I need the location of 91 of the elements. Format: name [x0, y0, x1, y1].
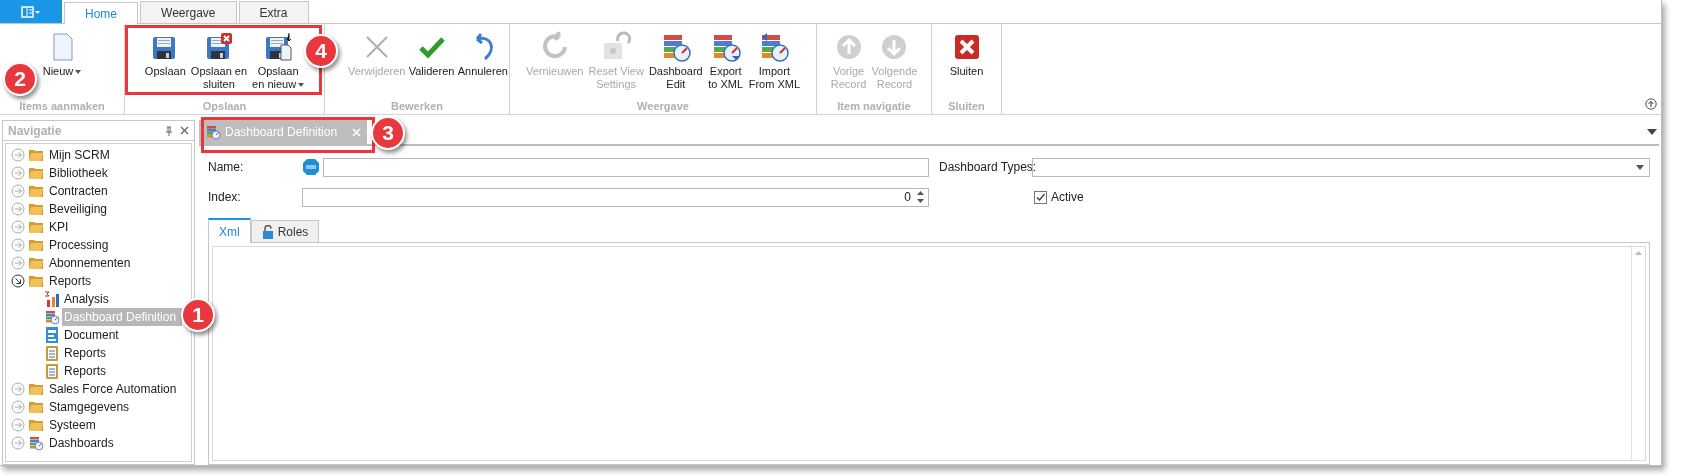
ribbon-group-label: Items aanmaken — [19, 99, 105, 114]
ribbon-button[interactable]: Sluiten — [946, 29, 987, 98]
dropdown-arrow-icon[interactable] — [1647, 129, 1657, 135]
ribbon-tab[interactable]: Home — [64, 2, 138, 24]
folder-icon — [28, 400, 44, 414]
padlock-icon — [261, 224, 274, 239]
clipboard-icon — [44, 363, 60, 379]
folder-icon — [28, 166, 44, 180]
expand-arrow-icon[interactable] — [11, 436, 25, 450]
xml-editor[interactable] — [208, 242, 1650, 465]
tree-item[interactable]: Reports — [62, 362, 109, 380]
tree-item[interactable]: Sales Force Automation — [47, 380, 179, 398]
checkbox[interactable] — [1034, 190, 1047, 204]
tree-item[interactable]: Analysis — [62, 290, 111, 308]
app-menu-button[interactable] — [0, 0, 62, 23]
tree-item[interactable]: Contracten — [47, 182, 110, 200]
folder-icon — [28, 148, 44, 162]
field-label: Index: — [208, 189, 242, 206]
callout-badge: 1 — [181, 298, 215, 332]
expand-arrow-icon[interactable] — [11, 238, 25, 252]
ribbon-group-label: Bewerken — [391, 99, 443, 114]
tree-item[interactable]: Dashboards — [47, 434, 116, 452]
folder-icon — [28, 238, 44, 252]
tree-item[interactable]: Reports — [62, 344, 109, 362]
callout-badge: 4 — [304, 34, 338, 68]
expand-arrow-icon[interactable] — [11, 220, 25, 234]
index-spin-field[interactable]: 0 — [302, 187, 929, 207]
folder-icon — [28, 382, 44, 396]
ribbon-tab[interactable]: Weergave — [140, 1, 237, 23]
expand-arrow-icon[interactable] — [11, 184, 25, 198]
tree-item[interactable]: Reports — [47, 272, 94, 290]
folder-icon — [28, 220, 44, 234]
callout-badge: 2 — [3, 62, 37, 96]
stop-sign-icon — [302, 158, 320, 176]
ribbon-group-label: Weergave — [637, 99, 689, 114]
expand-arrow-icon[interactable] — [11, 148, 25, 162]
collapse-ribbon-icon[interactable] — [1645, 98, 1657, 110]
tree-item[interactable]: KPI — [47, 218, 71, 236]
ribbon-group-label: Opslaan — [202, 99, 247, 114]
folder-icon — [28, 274, 44, 288]
spin-arrows-icon — [917, 190, 924, 204]
expand-arrow-icon[interactable] — [11, 400, 25, 414]
dashboard-gauge-icon — [44, 309, 60, 325]
panel-title: Navigatie — [8, 122, 63, 140]
expand-arrow-icon[interactable] — [11, 382, 25, 396]
ribbon-group-label: Item navigatie — [837, 99, 911, 114]
scroll-up-icon — [1635, 251, 1642, 255]
ribbon-button[interactable]: Opslaan en nieuw — [250, 29, 307, 98]
checkbox-label: Active — [1051, 189, 1084, 206]
ribbon-group-label: Sluiten — [948, 99, 985, 114]
callout-badge: 3 — [371, 116, 405, 150]
tree-item[interactable]: Abonnementen — [47, 254, 133, 272]
tree-item[interactable]: Beveiliging — [47, 200, 110, 218]
folder-icon — [28, 184, 44, 198]
ribbon-button[interactable]: Valideren — [407, 29, 456, 98]
tree-item[interactable]: Systeem — [47, 416, 98, 434]
tree-item[interactable]: Processing — [47, 236, 111, 254]
content-tab[interactable]: Xml — [208, 218, 251, 243]
ribbon-button[interactable]: Export to XML — [705, 29, 746, 98]
ribbon-button[interactable]: Opslaan — [142, 29, 188, 98]
folder-icon — [28, 418, 44, 432]
bar-chart-icon — [44, 291, 60, 307]
book-icon — [21, 5, 41, 18]
ribbon-button[interactable]: Dashboard Edit — [646, 29, 705, 98]
content-tab[interactable]: Roles — [250, 220, 320, 242]
document-icon — [44, 327, 60, 343]
tree-item[interactable]: Mijn SCRM — [47, 146, 112, 164]
name-input-field[interactable] — [323, 157, 929, 177]
folder-icon — [28, 256, 44, 270]
dashboard-gauge-icon — [205, 124, 221, 140]
clipboard-icon — [44, 345, 60, 361]
expand-arrow-icon[interactable] — [11, 166, 25, 180]
ribbon-tab[interactable]: Extra — [238, 1, 309, 23]
ribbon-button[interactable]: Opslaan en sluiten — [188, 29, 250, 98]
ribbon-button[interactable]: Annuleren — [456, 29, 509, 98]
tree-item[interactable]: Document — [62, 326, 121, 344]
expand-arrow-icon[interactable] — [11, 418, 25, 432]
tree-item[interactable]: Bibliotheek — [47, 164, 110, 182]
folder-icon — [28, 202, 44, 216]
field-label: Name: — [208, 159, 245, 176]
dashboard-gauge-icon — [28, 435, 44, 451]
tab-label: Dashboard Definition — [225, 124, 339, 141]
expand-arrow-icon[interactable] — [11, 202, 25, 216]
close-icon[interactable] — [180, 126, 189, 135]
ribbon-button[interactable]: Nieuw — [40, 29, 84, 98]
pin-icon[interactable] — [164, 125, 174, 136]
scrollbar[interactable] — [1631, 247, 1645, 460]
dropdown-arrow-icon — [1636, 164, 1644, 170]
field-value: 0 — [904, 189, 911, 206]
tree-item[interactable]: Stamgegevens — [47, 398, 132, 416]
ribbon-button[interactable]: Import From XML — [746, 29, 803, 98]
